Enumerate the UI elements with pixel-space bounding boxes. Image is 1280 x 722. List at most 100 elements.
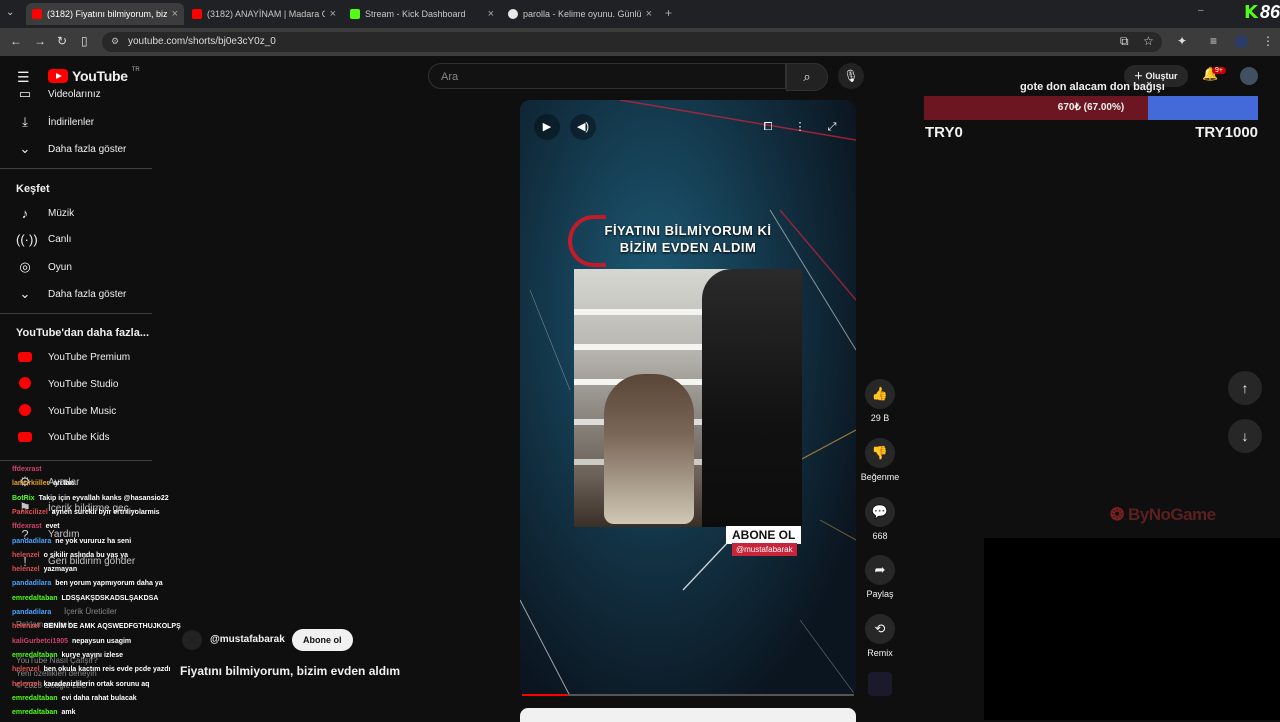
video-title-line: FİYATINI BİLMİYORUM Kİ: [604, 223, 772, 238]
search-icon: ⌕: [803, 69, 811, 84]
browser-tab[interactable]: Stream - Kick Dashboard ×: [344, 3, 500, 25]
chat-text: yazmayan: [43, 566, 78, 574]
youtube-logo[interactable]: YouTube TR: [48, 67, 140, 84]
close-tab-icon[interactable]: ×: [488, 8, 494, 20]
media-icon[interactable]: ≡: [1210, 34, 1217, 48]
profile-avatar[interactable]: [1235, 35, 1248, 48]
reload-icon[interactable]: ↻: [57, 34, 67, 48]
close-tab-icon[interactable]: ×: [646, 8, 652, 20]
remix-icon: ⟲: [865, 614, 895, 644]
play-button[interactable]: ▶: [534, 114, 560, 140]
sidebar-item-label: Müzik: [48, 208, 75, 219]
tab-search-icon[interactable]: ⌄: [6, 7, 14, 18]
share-label: Paylaş: [866, 589, 894, 599]
forward-icon[interactable]: →: [34, 34, 46, 48]
youtube-wordmark: YouTube: [72, 68, 128, 84]
next-short-button[interactable]: ↓: [1228, 419, 1262, 453]
subscribe-button[interactable]: Abone ol: [292, 629, 353, 651]
chat-message: emredaltaban evi daha rahat bulacak: [12, 695, 137, 702]
sidebar-item-show-more[interactable]: ⌄ Daha fazla göster: [16, 286, 127, 302]
bynogame-watermark: ❂ ByNoGame: [1110, 505, 1216, 525]
chat-message: ffdexrast: [12, 466, 46, 473]
like-button[interactable]: 👍 29 B: [864, 379, 896, 423]
new-tab-button[interactable]: +: [665, 6, 672, 20]
minimize-icon[interactable]: –: [1198, 5, 1204, 16]
chat-message: Pankcilizel aynen surekli byir ertriliyol…: [12, 509, 160, 516]
volume-button[interactable]: ◀): [570, 114, 596, 140]
browser-tab[interactable]: (3182) ANAYİNAM | Madara Ol ×: [186, 3, 342, 25]
live-icon: ((·)): [16, 232, 38, 247]
chat-text: nepaysun usagim: [72, 637, 132, 645]
sidebar-item-your-videos[interactable]: ▭ Videolarınız: [16, 88, 101, 100]
dislike-button[interactable]: 👎 Beğenme: [861, 438, 899, 482]
video-icon: ▭: [18, 88, 32, 100]
chat-username: emredaltaban: [12, 694, 58, 702]
extensions-icon[interactable]: ✦: [1177, 34, 1187, 48]
search-input[interactable]: Ara: [428, 63, 786, 89]
account-avatar[interactable]: [1240, 67, 1258, 85]
previous-short-button[interactable]: ↑: [1228, 371, 1262, 405]
address-bar[interactable]: youtube.com/shorts/bj0e3cY0z_0: [102, 32, 1162, 52]
chat-text: amk: [61, 709, 76, 717]
chat-text: evi daha rahat bulacak: [61, 694, 137, 702]
comments-button[interactable]: 💬 668: [864, 497, 896, 541]
sidebar-item-live[interactable]: ((·)) Canlı: [16, 232, 71, 247]
channel-name[interactable]: @mustafabarak: [210, 634, 285, 645]
stream-overlay-box: [984, 538, 1280, 720]
channel-avatar[interactable]: [182, 630, 202, 650]
arrow-up-icon: ↑: [1241, 380, 1249, 396]
fullscreen-button[interactable]: ⤢: [819, 114, 845, 140]
chat-text: ari lan: [53, 480, 74, 488]
sidepanel-icon[interactable]: ▯: [81, 34, 88, 48]
bookmark-star-icon[interactable]: ☆: [1143, 34, 1154, 48]
kick-favicon-icon: [350, 9, 360, 19]
close-tab-icon[interactable]: ×: [172, 8, 178, 20]
chat-username: pandadilara: [12, 537, 52, 545]
video-progress-bar[interactable]: [522, 694, 854, 696]
sidebar-item-music[interactable]: ♪ Müzik: [16, 206, 74, 221]
chat-username: Pankcilizel: [12, 508, 48, 516]
sidebar-item-youtube-premium[interactable]: YouTube Premium: [16, 350, 130, 365]
sidebar-item-label: Daha fazla göster: [48, 143, 127, 155]
browser-menu-icon[interactable]: ⋮: [1262, 34, 1274, 48]
chat-message: pandadilara ne yok vururuz ha seni: [12, 538, 131, 545]
kick-logo: K: [1244, 2, 1258, 23]
voice-search-button[interactable]: 🎙: [838, 63, 864, 89]
browser-tab[interactable]: (3182) Fiyatını bilmiyorum, bizim ×: [26, 3, 184, 25]
close-tab-icon[interactable]: ×: [330, 8, 336, 20]
sidebar-item-show-more[interactable]: ⌄ Daha fazla göster: [16, 141, 127, 157]
back-icon[interactable]: ←: [10, 34, 22, 48]
sidebar-item-youtube-studio[interactable]: YouTube Studio: [16, 377, 118, 392]
create-label: Oluştur: [1145, 71, 1178, 81]
more-from-youtube-heading: YouTube'dan daha fazla...: [16, 327, 149, 339]
remix-button[interactable]: ⟲ Remix: [864, 614, 896, 658]
captions-button[interactable]: ⧠: [755, 114, 781, 140]
more-vert-icon: ⋮: [794, 121, 806, 133]
sidebar-item-gaming[interactable]: ◎ Oyun: [16, 259, 72, 275]
donation-progress-bar: 670₺ (67.00%): [924, 96, 1258, 120]
search-button[interactable]: ⌕: [786, 63, 828, 91]
sidebar-divider: [0, 168, 152, 169]
hamburger-menu-icon[interactable]: ☰: [17, 69, 30, 86]
share-button[interactable]: ➦ Paylaş: [864, 555, 896, 599]
sidebar-item-label: Videolarınız: [48, 88, 101, 100]
cast-icon[interactable]: ⧉: [1120, 34, 1129, 49]
sidebar-item-label: Daha fazla göster: [48, 288, 127, 300]
sidebar-item-label: İndirilenler: [48, 116, 95, 128]
watermark-text: ByNoGame: [1127, 505, 1216, 524]
chat-text: evet: [45, 523, 60, 531]
chat-message: pandadilara ben yorum yapmıyorum daha ya: [12, 580, 163, 587]
donation-progress-text: 670₺ (67.00%): [1057, 102, 1125, 113]
site-info-icon[interactable]: ⚙: [111, 36, 119, 47]
youtube-kids-icon: [16, 430, 34, 445]
chat-message: lamorkiiller ari lan: [12, 480, 74, 487]
chat-username: pandadilara: [12, 609, 52, 616]
more-options-button[interactable]: ⋮: [787, 114, 813, 140]
browser-tab[interactable]: parolla - Kelime oyunu. Günlük ×: [502, 3, 658, 25]
sound-thumbnail[interactable]: [868, 672, 892, 696]
sidebar-item-youtube-kids[interactable]: YouTube Kids: [16, 430, 110, 445]
sidebar-item-downloads[interactable]: ⤓ İndirilenler: [16, 114, 94, 130]
plus-icon: ＋: [1134, 71, 1144, 81]
chat-text: ben okula kactım reis evde pcde yazdı: [43, 666, 171, 674]
sidebar-item-youtube-music[interactable]: YouTube Music: [16, 404, 116, 419]
